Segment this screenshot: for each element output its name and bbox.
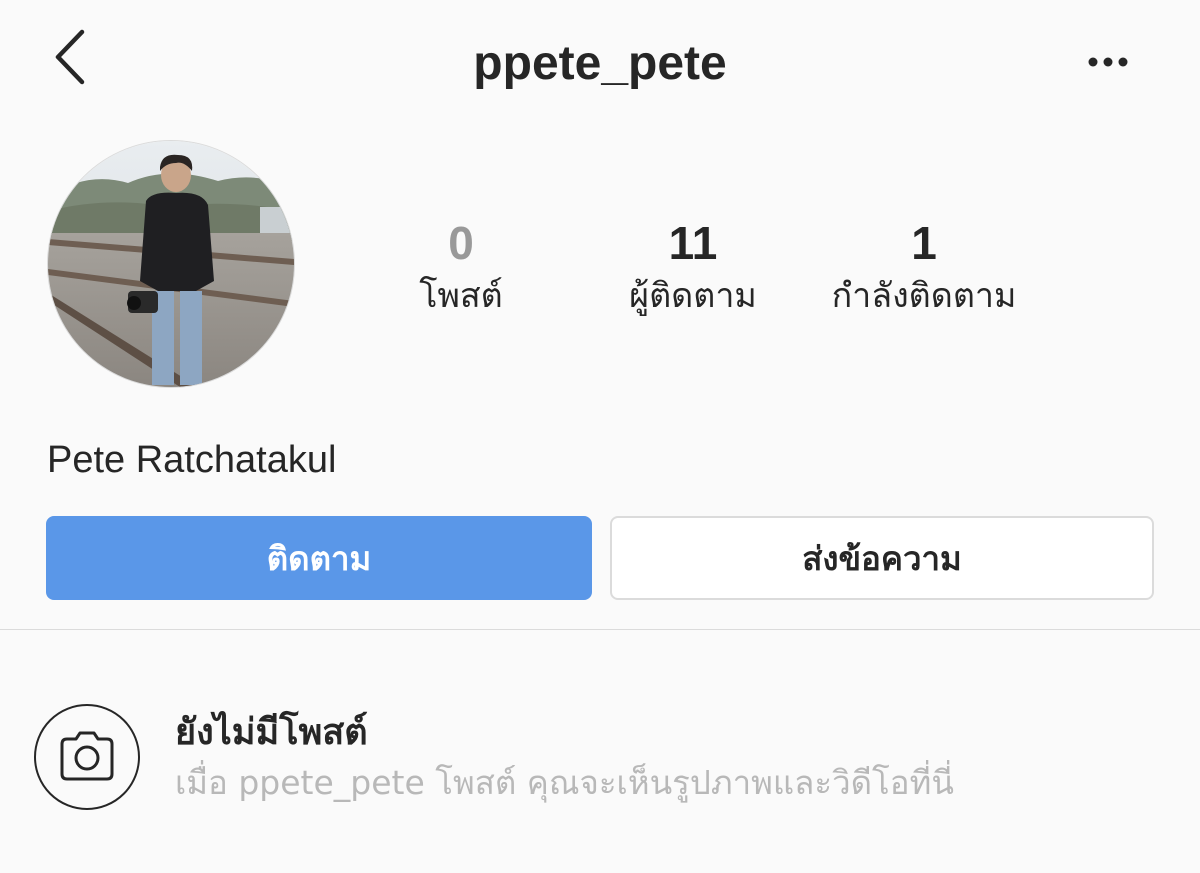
posts-count: 0 โพสต์ bbox=[331, 212, 591, 318]
following-count[interactable]: 1 กำลังติดตาม bbox=[794, 212, 1054, 318]
profile-avatar[interactable] bbox=[47, 140, 295, 388]
more-horizontal-icon bbox=[1088, 57, 1128, 67]
message-button[interactable]: ส่งข้อความ bbox=[610, 516, 1154, 600]
follow-button[interactable]: ติดตาม bbox=[46, 516, 592, 600]
profile-username-title: ppete_pete bbox=[473, 37, 727, 90]
following-count-value: 1 bbox=[911, 217, 937, 269]
more-options-button[interactable] bbox=[1078, 44, 1138, 80]
back-button[interactable] bbox=[44, 22, 104, 92]
chevron-left-icon bbox=[55, 29, 85, 85]
posts-count-value: 0 bbox=[448, 217, 474, 269]
section-divider bbox=[0, 629, 1200, 630]
camera-icon bbox=[60, 731, 114, 781]
followers-count-label: ผู้ติดตาม bbox=[629, 276, 757, 316]
followers-count-value: 11 bbox=[668, 217, 718, 269]
followers-count[interactable]: 11 ผู้ติดตาม bbox=[563, 212, 823, 318]
empty-posts-subtitle: เมื่อ ppete_pete โพสต์ คุณจะเห็นรูปภาพแล… bbox=[175, 763, 954, 802]
posts-count-label: โพสต์ bbox=[419, 276, 503, 316]
profile-full-name: Pete Ratchatakul bbox=[47, 439, 337, 481]
top-navigation-bar: ppete_pete bbox=[0, 0, 1200, 125]
following-count-label: กำลังติดตาม bbox=[831, 276, 1017, 316]
empty-posts-icon-circle bbox=[34, 704, 140, 810]
empty-posts-title: ยังไม่มีโพสต์ bbox=[175, 712, 368, 753]
avatar-photo bbox=[48, 141, 294, 387]
